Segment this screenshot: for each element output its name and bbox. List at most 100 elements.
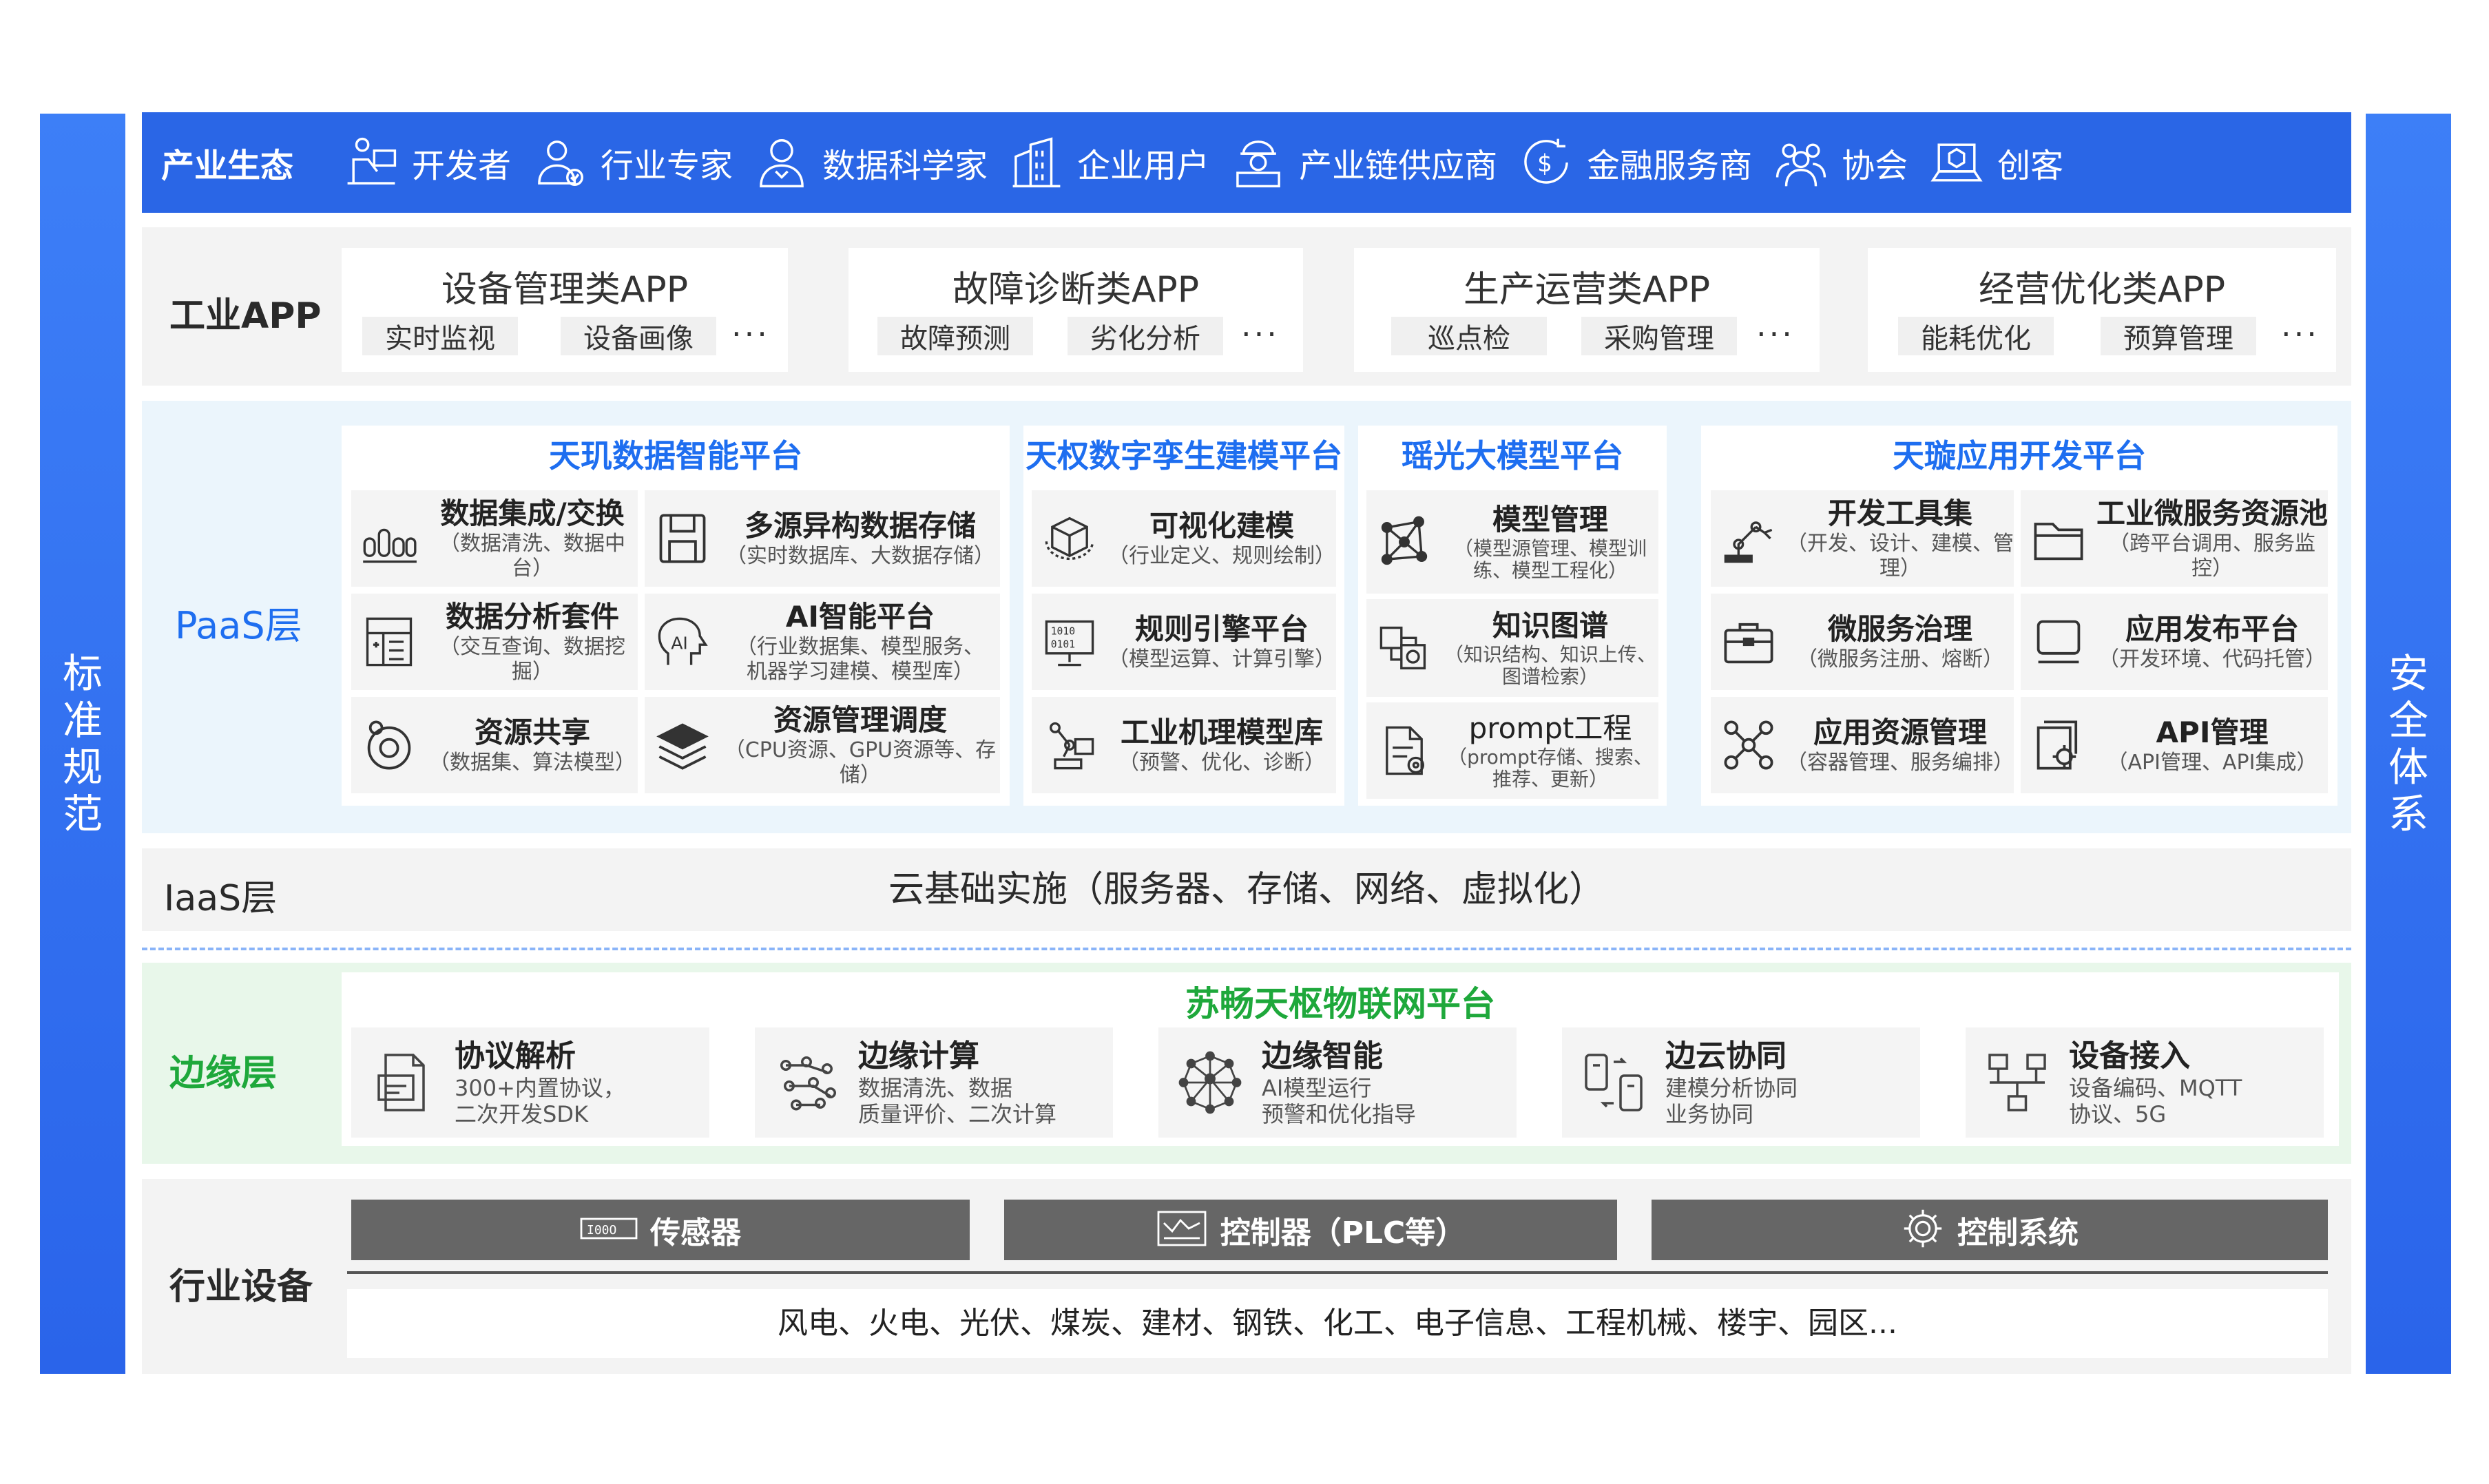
edge-item: 设备接入 设备编码、MQTT 协议、5G xyxy=(1966,1027,2324,1138)
neural-net-icon xyxy=(1158,1031,1262,1134)
paas-item-name: API管理 xyxy=(2156,715,2269,749)
paas-item-desc: （数据清洗、数据中台） xyxy=(439,532,625,581)
paas-item-name: 多源异构数据存储 xyxy=(744,509,976,543)
eco-item-data-scientist: 数据科学家 xyxy=(748,129,988,196)
edge-item-line: 建模分析协同 xyxy=(1665,1075,1798,1101)
paas-item-name: prompt工程 xyxy=(1468,711,1632,745)
eco-item-expert: 行业专家 xyxy=(526,129,733,196)
app-layer-title: 工业APP xyxy=(169,295,322,337)
edge-layer: 边缘层 苏畅天枢物联网平台 协议解析 300+内置协议， 二次开发SDK 边缘计算数… xyxy=(142,963,2351,1164)
sync-devices-icon xyxy=(1562,1031,1665,1134)
paas-item: 工业机理模型库 （预警、优化、诊断） xyxy=(1032,697,1336,793)
paas-item-desc: （行业数据集、模型服务、机器学习建模、模型库） xyxy=(736,635,984,684)
protocol-doc-icon xyxy=(351,1031,455,1134)
eco-label: 开发者 xyxy=(412,147,512,185)
edge-item: 边缘计算 数据清洗、数据 质量评价、二次计算 xyxy=(755,1027,1113,1138)
eco-label: 产业链供应商 xyxy=(1299,147,1498,185)
paas-item-desc: （知识结构、知识上传、图谱检索） xyxy=(1444,643,1656,688)
eco-item-enterprise: 企业用户 xyxy=(1003,129,1209,196)
app-tag: 采购管理 xyxy=(1581,317,1737,355)
eco-label: 创客 xyxy=(1997,147,2064,185)
developer-icon xyxy=(337,129,405,196)
nodes-icon xyxy=(1711,707,1787,783)
knowledge-graph-icon xyxy=(1366,610,1442,686)
iaas-content: 云基础实施（服务器、存储、网络、虚拟化） xyxy=(888,869,1605,910)
paas-item: prompt工程 （prompt存储、搜索、推荐、更新） xyxy=(1366,702,1658,799)
paas-item-desc: （行业定义、规则绘制） xyxy=(1108,544,1335,568)
association-icon xyxy=(1767,129,1835,196)
app-tag: 设备画像 xyxy=(561,317,716,355)
ai-head-icon: AI xyxy=(645,604,720,680)
ecosystem-title: 产业生态 xyxy=(161,147,294,185)
paas-item-desc: （微服务注册、熔断） xyxy=(1797,647,2003,671)
svg-text:0101: 0101 xyxy=(1051,638,1075,650)
eco-item-supplier: 产业链供应商 xyxy=(1225,129,1497,196)
eco-item-finance: $ 金融服务商 xyxy=(1512,129,1752,196)
paas-item-desc: （数据集、算法模型） xyxy=(429,751,636,775)
paas-item-name: 工业微服务资源池 xyxy=(2096,497,2329,530)
industries-text: 风电、火电、光伏、煤炭、建材、钢铁、化工、电子信息、工程机械、楼宇、园区... xyxy=(347,1289,2328,1358)
edge-item-name: 设备接入 xyxy=(2069,1038,2190,1074)
paas-group-title: 天玑数据智能平台 xyxy=(549,437,802,474)
ecosystem-layer: 产业生态 开发者 行业专家 数据科学家 企业用户 产业链供应商 $ 金融服务商 … xyxy=(142,112,2351,213)
divider-dashed xyxy=(142,948,2351,950)
paas-item-desc: （开发、设计、建模、管理） xyxy=(1787,532,2014,581)
eco-label: 企业用户 xyxy=(1077,147,1210,185)
briefcase-icon xyxy=(1711,604,1787,680)
eco-label: 行业专家 xyxy=(601,147,733,185)
device-bar-label: 传感器 xyxy=(650,1215,741,1251)
paas-item-name: 开发工具集 xyxy=(1827,497,1972,530)
eco-label: 协会 xyxy=(1842,147,1908,185)
device-bar-label: 控制系统 xyxy=(1957,1215,2079,1251)
paas-item-desc: （模型源管理、模型训练、模型工程化） xyxy=(1453,537,1647,582)
app-card-equipment: 设备管理类APP 实时监视 设备画像 ··· xyxy=(342,248,788,372)
data-integration-icon xyxy=(351,501,427,576)
paas-item-desc: （prompt存储、搜索、推荐、更新） xyxy=(1448,746,1653,791)
paas-item: 应用资源管理 （容器管理、服务编排） xyxy=(1711,697,2014,793)
paas-item-name: 微服务治理 xyxy=(1827,612,1972,646)
paas-item: 多源异构数据存储 （实时数据库、大数据存储） xyxy=(645,490,1000,587)
device-bar-control-system: 控制系统 xyxy=(1652,1200,2328,1260)
paas-item-desc: （模型运算、计算引擎） xyxy=(1108,647,1335,671)
paas-item: 应用发布平台 （开发环境、代码托管） xyxy=(2021,594,2328,690)
paas-item: 1010 0101 规则引擎平台 （模型运算、计算引擎） xyxy=(1032,594,1336,690)
edge-item-line: 协议、5G xyxy=(2069,1101,2167,1127)
app-card-operation: 生产运营类APP 巡点检 采购管理 ··· xyxy=(1354,248,1820,372)
edge-item-line: AI模型运行 xyxy=(1262,1075,1372,1101)
app-card-title: 生产运营类APP xyxy=(1463,269,1711,311)
layers-icon xyxy=(645,707,720,783)
share-icon xyxy=(351,707,427,783)
edge-platform-title: 苏畅天枢物联网平台 xyxy=(1185,984,1495,1024)
prompt-doc-icon xyxy=(1366,713,1442,788)
paas-item-name: 数据集成/交换 xyxy=(440,497,625,530)
app-tag: 预算管理 xyxy=(2101,317,2256,355)
device-access-icon xyxy=(1966,1031,2069,1134)
edge-compute-icon xyxy=(755,1031,858,1134)
eco-item-maker: 创客 xyxy=(1923,129,2063,196)
app-tag: 巡点检 xyxy=(1391,317,1547,355)
svg-text:1010: 1010 xyxy=(1051,626,1075,638)
paas-item: AI AI智能平台 （行业数据集、模型服务、机器学习建模、模型库） xyxy=(645,594,1000,690)
more-dots: ··· xyxy=(2281,315,2320,353)
iaas-layer: IaaS层 云基础实施（服务器、存储、网络、虚拟化） xyxy=(142,848,2351,931)
svg-text:AI: AI xyxy=(671,634,688,654)
paas-group-title: 天璇应用开发平台 xyxy=(1893,437,2146,474)
paas-group-title: 天权数字孪生建模平台 xyxy=(1025,437,1342,474)
monitor-icon xyxy=(2021,604,2096,680)
edge-item-line: 预警和优化指导 xyxy=(1262,1101,1417,1127)
model-network-icon xyxy=(1366,504,1442,580)
eco-label: 金融服务商 xyxy=(1587,147,1753,185)
paas-item: 可视化建模 （行业定义、规则绘制） xyxy=(1032,490,1336,587)
paas-item-name: 资源共享 xyxy=(474,715,590,749)
app-tag: 能耗优化 xyxy=(1898,317,2054,355)
rule-engine-icon: 1010 0101 xyxy=(1032,604,1107,680)
edge-item: 边云协同 建模分析协同 业务协同 xyxy=(1562,1027,1920,1138)
paas-item-desc: （API管理、API集成） xyxy=(2107,751,2318,775)
standards-bar: 标准规范 xyxy=(40,114,125,1374)
app-tag: 故障预测 xyxy=(877,317,1033,355)
paas-item-desc: （实时数据库、大数据存储） xyxy=(726,544,994,568)
security-bar: 安全体系 xyxy=(2366,114,2451,1374)
paas-item: 模型管理 （模型源管理、模型训练、模型工程化） xyxy=(1366,490,1658,594)
app-tag: 实时监视 xyxy=(362,317,518,355)
paas-item-name: 数据分析套件 xyxy=(445,600,619,634)
